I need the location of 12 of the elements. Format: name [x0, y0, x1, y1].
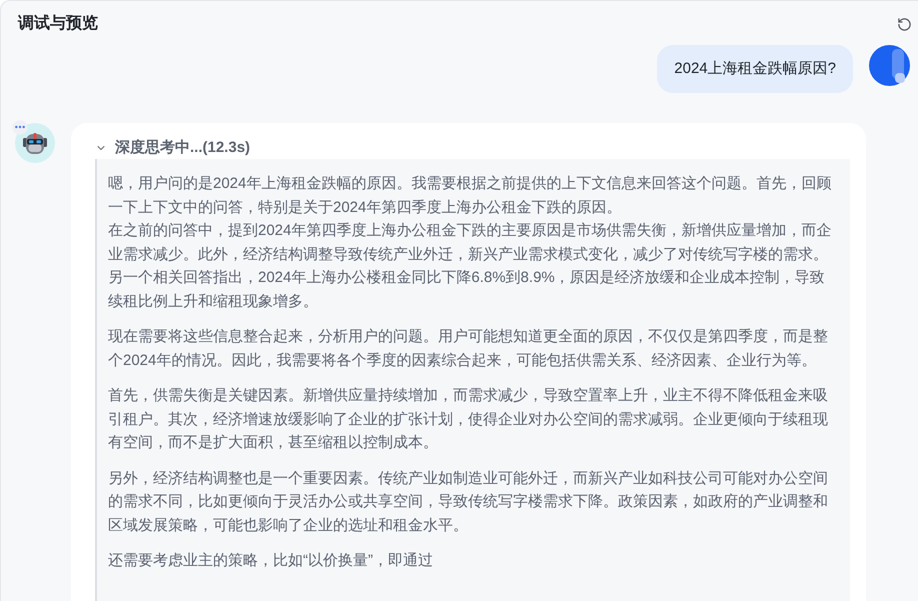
- user-message: 2024上海租金跌幅原因?: [657, 45, 853, 93]
- thinking-toggle[interactable]: 深度思考中...(12.3s): [95, 137, 250, 159]
- thought-paragraph: 嗯，用户问的是2024年上海租金跌幅的原因。我需要根据之前提供的上下文信息来回答这个问题。首先，回顾一下上下文中的问答，特别是关于2024年第四季度上海办公租金下跌的原因。: [108, 174, 832, 218]
- panel-title: 调试与预览: [18, 14, 98, 34]
- thought-paragraph: 还需要考虑业主的策略，比如“以价换量”，即通过: [108, 551, 434, 571]
- thought-paragraph: 首先，供需失衡是关键因素。新增供应量持续增加，而需求减少，导致空置率上升，业主不得不降低租金来吸引租户。其次，经济增速放缓影响了企业的扩张计划，使得企业对办公空间的需求减弱。企业更倾向于续租现有空间，而不是扩大面积，甚至缩租以控制成本。: [108, 386, 829, 453]
- robot-avatar-icon: [15, 123, 55, 163]
- thought-paragraph: 在之前的问答中，提到2024年第四季度上海办公租金下跌的主要原因是市场供需失衡，新增供应量增加，而企业需求减少。此外，经济结构调整导致传统产业外迁，新兴产业需求模式变化，减少了对传统写字楼的需求。另一个相关回答指出，2024年上海办公楼租金同比下降6.8%到8.9%，原因是经济放缓和企业成本控制，导致续租比例上升和缩租现象增多。: [108, 221, 832, 312]
- user-avatar-icon: [869, 45, 910, 86]
- thought-paragraph: 另外，经济结构调整也是一个重要因素。传统产业如制造业可能外迁，而新兴产业如科技公司可能对办公空间的需求不同，比如更倾向于灵活办公或共享空间，导致传统写字楼需求下降。政策因素，如政府的产业调整和区域发展策略，可能也影响了企业的选址和租金水平。: [108, 468, 829, 536]
- refresh-icon[interactable]: [897, 16, 912, 32]
- thought-paragraph: 现在需要将这些信息整合起来，分析用户的问题。用户可能想知道更全面的原因，不仅仅是第四季度，而是整个2024年的情况。因此，我需要将各个季度的因素综合起来，可能包括供需关系、经济因素、企业行为等。: [108, 327, 829, 370]
